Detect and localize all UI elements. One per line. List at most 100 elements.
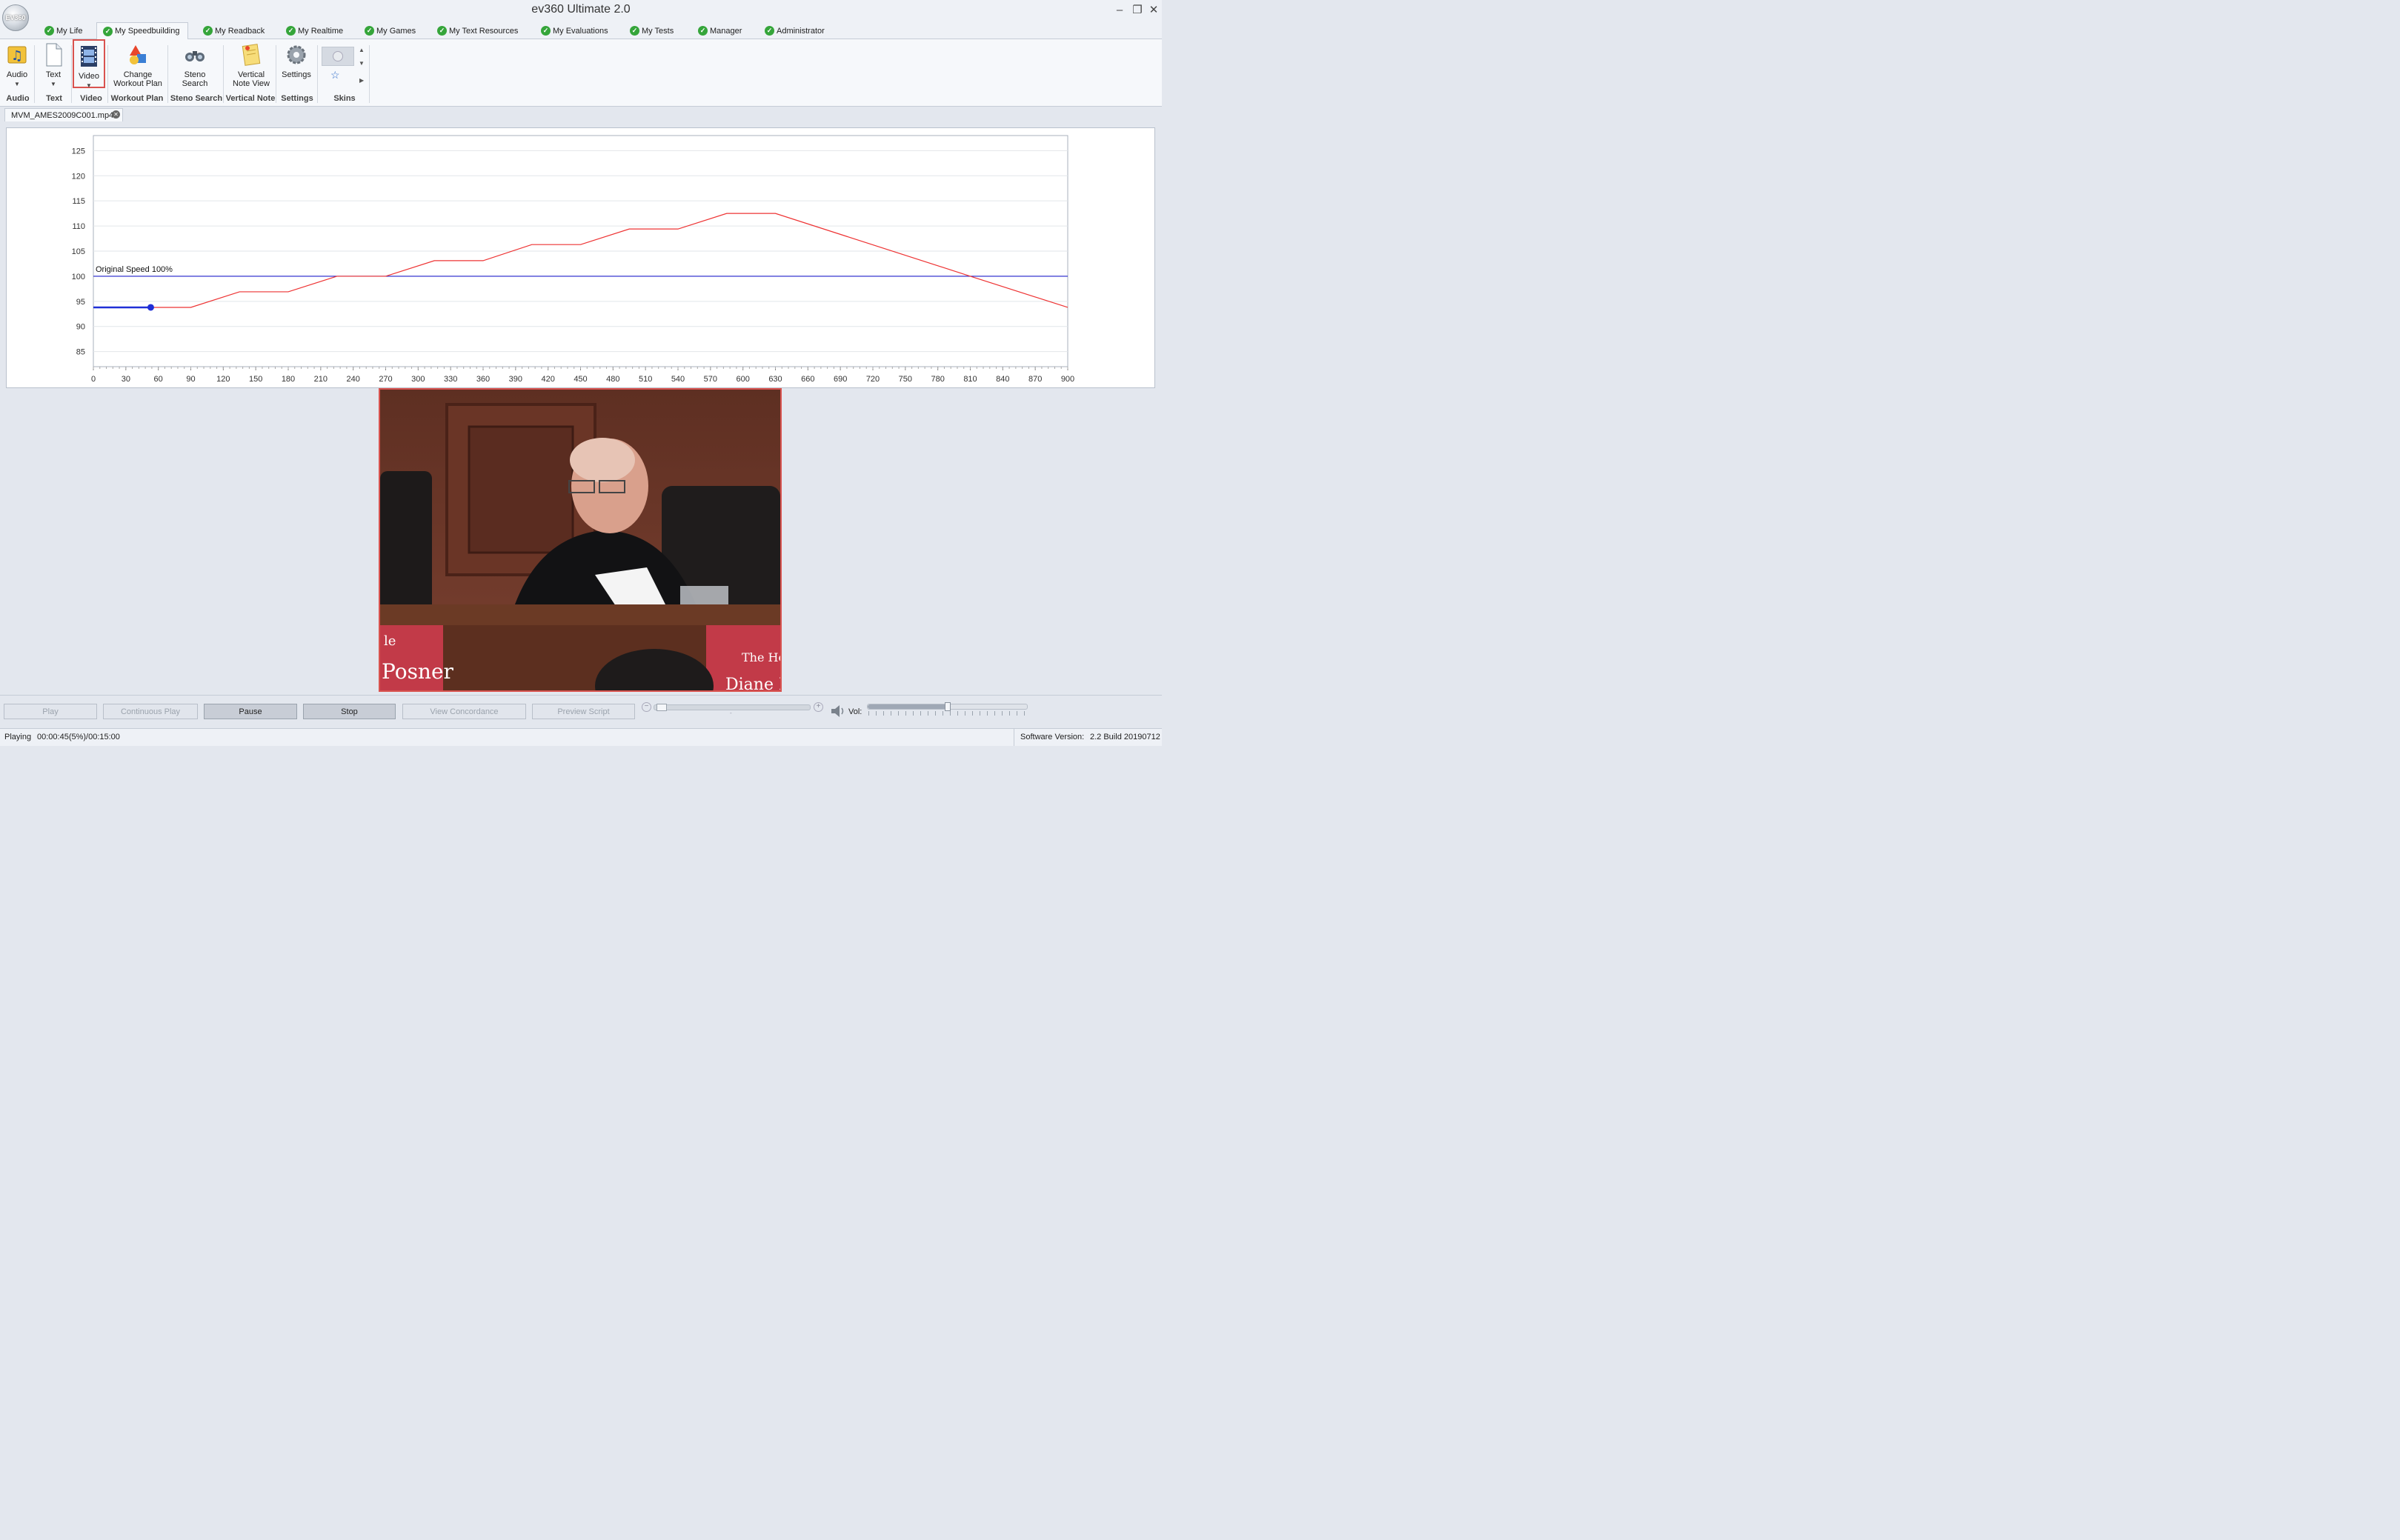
check-icon: ✓ — [437, 26, 447, 36]
software-version-value: 2.2 Build 20190712 — [1090, 733, 1160, 741]
tab-my-tests[interactable]: ✓ My Tests — [624, 23, 679, 39]
status-state: Playing — [4, 733, 32, 741]
stop-button[interactable]: Stop — [303, 704, 396, 719]
tab-my-realtime[interactable]: ✓ My Realtime — [280, 23, 349, 39]
tab-administrator[interactable]: ✓ Administrator — [759, 23, 831, 39]
group-label-settings: Settings — [281, 94, 313, 103]
change-workout-plan-button[interactable]: Change Workout Plan — [111, 42, 164, 88]
x-tick-label: 270 — [379, 375, 392, 384]
tab-my-games[interactable]: ✓ My Games — [359, 23, 422, 39]
continuous-play-button[interactable]: Continuous Play — [103, 704, 198, 719]
document-tab[interactable]: MVM_AMES2009C001.mp4 — [4, 108, 123, 121]
group-label-steno-search: Steno Search — [170, 94, 223, 103]
x-tick-label: 660 — [801, 375, 814, 384]
star-icon[interactable]: ☆ — [330, 69, 340, 81]
x-tick-label: 840 — [996, 375, 1009, 384]
app-logo[interactable]: EV360 — [2, 4, 29, 31]
restore-button[interactable]: ❐ — [1131, 4, 1144, 17]
group-label-video: Video — [80, 94, 102, 103]
document-tab-filename: MVM_AMES2009C001.mp4 — [11, 111, 114, 120]
ribbon: ♫ Audio ▼ Text ▼ Video ▼ Change Workout Plan… — [0, 39, 1162, 107]
tab-my-evaluations[interactable]: ✓ My Evaluations — [535, 23, 614, 39]
x-tick-label: 600 — [736, 375, 749, 384]
svg-text:♫: ♫ — [11, 48, 23, 64]
y-tick-label: 115 — [72, 197, 85, 206]
tab-my-life[interactable]: ✓ My Life — [39, 23, 88, 39]
x-tick-label: 780 — [931, 375, 944, 384]
x-tick-label: 390 — [509, 375, 522, 384]
nameplate-left: Posner — [382, 659, 454, 684]
nameplate-right-2: Diane P — [725, 676, 780, 690]
check-icon: ✓ — [44, 26, 54, 36]
y-tick-label: 110 — [72, 222, 85, 231]
decrease-speed-icon[interactable]: − — [642, 702, 651, 712]
y-tick-label: 90 — [76, 323, 85, 332]
speaker-icon[interactable] — [830, 704, 846, 721]
reference-line-label: Original Speed 100% — [96, 265, 173, 274]
tab-manager[interactable]: ✓ Manager — [692, 23, 748, 39]
speed-chart[interactable]: 85 90 95 100 105 110 115 120 125 0 30 60 90 120 150 180… — [6, 127, 1155, 388]
x-tick-label: 330 — [444, 375, 457, 384]
window-title: ev360 Ultimate 2.0 — [531, 3, 631, 16]
close-tab-icon[interactable]: ✕ — [112, 110, 120, 119]
x-tick-label: 450 — [574, 375, 587, 384]
preview-script-button[interactable]: Preview Script — [532, 704, 635, 719]
x-tick-label: 810 — [963, 375, 977, 384]
gear-icon — [285, 42, 308, 67]
audio-button[interactable]: ♫ Audio ▼ — [3, 42, 31, 89]
volume-slider-thumb[interactable] — [944, 702, 951, 711]
check-icon: ✓ — [630, 26, 639, 36]
x-tick-label: 60 — [154, 375, 163, 384]
status-time: 00:00:45(5%)/00:15:00 — [37, 733, 120, 741]
note-icon — [240, 42, 262, 67]
check-icon: ✓ — [286, 26, 296, 36]
group-label-audio: Audio — [6, 94, 30, 103]
x-tick-label: 690 — [834, 375, 847, 384]
check-icon: ✓ — [365, 26, 374, 36]
video-player[interactable]: le Posner The Hon Diane P — [379, 388, 782, 692]
scroll-down-icon[interactable]: ▼ — [359, 60, 365, 67]
minimize-button[interactable]: – — [1113, 4, 1126, 17]
settings-button[interactable]: Settings — [280, 42, 313, 79]
y-tick-label: 100 — [72, 273, 85, 281]
tab-my-text-resources[interactable]: ✓ My Text Resources — [431, 23, 524, 39]
x-tick-label: 570 — [704, 375, 717, 384]
increase-speed-icon[interactable]: + — [814, 702, 823, 712]
speed-slider-track[interactable] — [654, 704, 811, 710]
volume-slider-fill — [868, 704, 948, 709]
check-icon: ✓ — [103, 26, 113, 36]
status-bar: Playing 00:00:45(5%)/00:15:00 Software V… — [0, 728, 1162, 746]
x-tick-label: 180 — [282, 375, 295, 384]
scroll-up-icon[interactable]: ▲ — [359, 47, 365, 53]
x-tick-label: 630 — [768, 375, 782, 384]
speed-slider-center-mark: - — [730, 710, 732, 716]
circle-icon — [333, 51, 343, 61]
play-button[interactable]: Play — [4, 704, 97, 719]
close-button[interactable]: ✕ — [1147, 4, 1160, 17]
skin-option-default[interactable] — [322, 47, 354, 66]
tab-my-readback[interactable]: ✓ My Readback — [197, 23, 270, 39]
pause-button[interactable]: Pause — [204, 704, 297, 719]
vertical-note-view-button[interactable]: Vertical Note View — [230, 42, 273, 88]
check-icon: ✓ — [541, 26, 551, 36]
y-tick-label: 105 — [72, 247, 85, 256]
x-tick-label: 30 — [122, 375, 130, 384]
software-version-label: Software Version: — [1020, 733, 1085, 741]
film-strip-icon — [78, 44, 100, 69]
video-frame-image: le Posner The Hon Diane P — [380, 390, 780, 690]
view-concordance-button[interactable]: View Concordance — [402, 704, 526, 719]
tab-my-speedbuilding[interactable]: ✓ My Speedbuilding — [96, 22, 188, 39]
video-button[interactable]: Video ▼ — [73, 39, 105, 89]
y-tick-label: 95 — [76, 298, 85, 307]
speed-slider-thumb[interactable] — [656, 704, 667, 711]
steno-search-button[interactable]: Steno Search — [178, 42, 212, 88]
text-button[interactable]: Text ▼ — [39, 42, 68, 89]
group-label-text: Text — [46, 94, 62, 103]
volume-label: Vol: — [848, 707, 862, 716]
check-icon: ✓ — [203, 26, 213, 36]
x-tick-label: 510 — [639, 375, 652, 384]
y-tick-label: 120 — [72, 172, 85, 181]
y-tick-label: 125 — [72, 147, 85, 156]
gallery-expand-icon[interactable]: ▶ — [359, 77, 364, 84]
shapes-icon — [127, 42, 149, 67]
